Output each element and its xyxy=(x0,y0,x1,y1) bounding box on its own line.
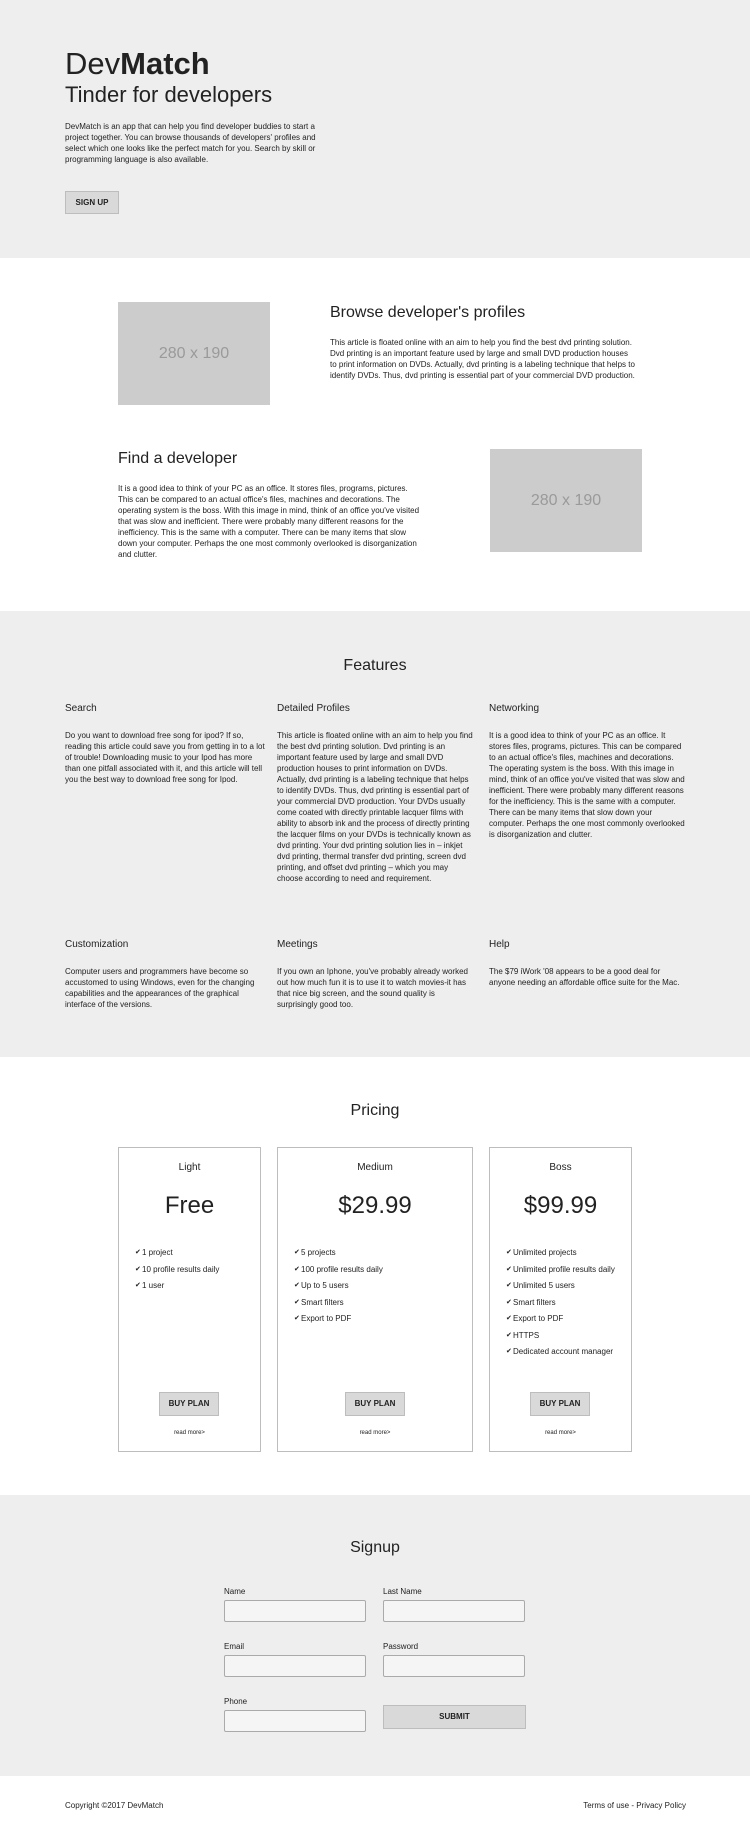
privacy-policy-link[interactable]: Privacy Policy xyxy=(636,1801,686,1810)
feature-text-search: Do you want to download free song for ip… xyxy=(65,731,265,784)
feature-text-customization: Computer users and programmers have beco… xyxy=(65,967,255,1009)
page: DevMatch Tinder for developers DevMatch … xyxy=(0,0,750,1833)
plan-name: Boss xyxy=(549,1162,572,1173)
image-placeholder-label: 280 x 190 xyxy=(530,492,602,509)
plan-card-light: Light Free 1 project 10 profile results d… xyxy=(118,1147,261,1452)
plan-feature-item: 1 project xyxy=(135,1247,244,1258)
features-section: Features Search Do you want to download … xyxy=(0,611,750,1057)
feature-text-detailed-profiles: This article is floated online with an a… xyxy=(277,731,473,883)
hero-tagline: Tinder for developers xyxy=(65,82,273,107)
feature-text-meetings: If you own an Iphone, you've probably al… xyxy=(277,967,468,1009)
features-title: Features xyxy=(343,657,407,674)
email-input[interactable] xyxy=(224,1655,366,1677)
find-developer-text: It is a good idea to think of your PC as… xyxy=(118,484,420,559)
feature-title-networking: Networking xyxy=(489,703,540,714)
signup-section: Signup xyxy=(0,1495,750,1776)
buy-plan-button[interactable]: BUY PLAN xyxy=(345,1392,405,1416)
plan-feature-item: Smart filters xyxy=(294,1297,456,1308)
plan-feature-item: Unlimited projects xyxy=(506,1247,615,1258)
plan-card-boss: Boss $99.99 Unlimited projectsUnlimited … xyxy=(489,1147,632,1452)
plan-feature-item: 100 profile results daily xyxy=(294,1264,456,1275)
plan-feature-item: Smart filters xyxy=(506,1297,615,1308)
signup-title: Signup xyxy=(350,1539,400,1556)
plan-feature-item: Up to 5 users xyxy=(294,1280,456,1291)
password-label: Password xyxy=(383,1642,419,1651)
plan-feature-item: Unlimited profile results daily xyxy=(506,1264,615,1275)
name-label: Name xyxy=(224,1587,246,1596)
feature-title-search: Search xyxy=(65,703,97,714)
plan-name: Medium xyxy=(357,1162,393,1173)
email-label: Email xyxy=(224,1642,245,1651)
plan-feature-item: 1 user xyxy=(135,1280,244,1291)
phone-input[interactable] xyxy=(224,1710,366,1732)
image-placeholder-label: 280 x 190 xyxy=(158,345,230,362)
feature-title-detailed-profiles: Detailed Profiles xyxy=(277,703,350,714)
plan-feature-item: Export to PDF xyxy=(506,1313,615,1324)
feature-title-meetings: Meetings xyxy=(277,939,318,950)
plan-price: $99.99 xyxy=(523,1192,598,1219)
plan-feature-item: HTTPS xyxy=(506,1330,615,1341)
hero-section: DevMatch Tinder for developers DevMatch … xyxy=(0,0,750,258)
plan-card-medium: Medium $29.99 5 projects 100 profile resu… xyxy=(277,1147,473,1452)
find-developer-title: Find a developer xyxy=(118,450,238,467)
profile-image-placeholder: 280 x 190 xyxy=(118,302,270,405)
sign-up-button[interactable]: SIGN UP xyxy=(65,191,119,214)
buy-plan-button[interactable]: BUY PLAN xyxy=(159,1392,219,1416)
plan-features: 1 project 10 profile results daily 1 user xyxy=(135,1247,244,1297)
footer-links: Terms of use - Privacy Policy xyxy=(583,1801,686,1810)
plan-features: Unlimited projects Unlimited profile resu… xyxy=(506,1247,615,1363)
password-input[interactable] xyxy=(383,1655,525,1677)
plan-price: $29.99 xyxy=(338,1192,412,1219)
hero-description: DevMatch is an app that can help you fin… xyxy=(65,122,316,164)
plan-feature-item: Export to PDF xyxy=(294,1313,456,1324)
feature-text-help: The $79 iWork '08 appears to be a good d… xyxy=(489,967,680,987)
brand-bold: Match xyxy=(120,46,210,81)
plan-feature-item: Unlimited 5 users xyxy=(506,1280,615,1291)
feature-title-customization: Customization xyxy=(65,939,129,950)
browse-profiles-title: Browse developer's profiles xyxy=(330,304,526,321)
copyright-text: Copyright ©2017 DevMatch xyxy=(65,1801,164,1810)
developer-image-placeholder: 280 x 190 xyxy=(490,449,642,552)
feature-text-networking: It is a good idea to think of your PC as… xyxy=(489,731,685,839)
plan-feature-item: 5 projects xyxy=(294,1247,456,1258)
plan-price: Free xyxy=(164,1192,215,1219)
browse-profiles-text: This article is floated online with an a… xyxy=(330,338,635,380)
plan-features: 5 projects 100 profile results daily Up to… xyxy=(294,1247,456,1330)
submit-button[interactable]: SUBMIT xyxy=(383,1705,526,1729)
terms-of-use-link[interactable]: Terms of use xyxy=(583,1801,629,1810)
read-more-link[interactable]: read more> xyxy=(278,1430,472,1436)
feature-title-help: Help xyxy=(489,939,510,950)
plan-name: Light xyxy=(178,1162,201,1173)
last-name-input[interactable] xyxy=(383,1600,525,1622)
buy-plan-button[interactable]: BUY PLAN xyxy=(530,1392,590,1416)
brand-prefix: Dev xyxy=(65,46,121,81)
name-input[interactable] xyxy=(224,1600,366,1622)
last-name-label: Last Name xyxy=(383,1587,422,1596)
brand-logo: DevMatch xyxy=(65,46,210,82)
plan-feature-item: Dedicated account manager xyxy=(506,1346,615,1357)
phone-label: Phone xyxy=(224,1697,248,1706)
plan-feature-item: 10 profile results daily xyxy=(135,1264,244,1275)
pricing-title: Pricing xyxy=(350,1102,400,1119)
read-more-link[interactable]: read more> xyxy=(490,1430,631,1436)
read-more-link[interactable]: read more> xyxy=(119,1430,260,1436)
